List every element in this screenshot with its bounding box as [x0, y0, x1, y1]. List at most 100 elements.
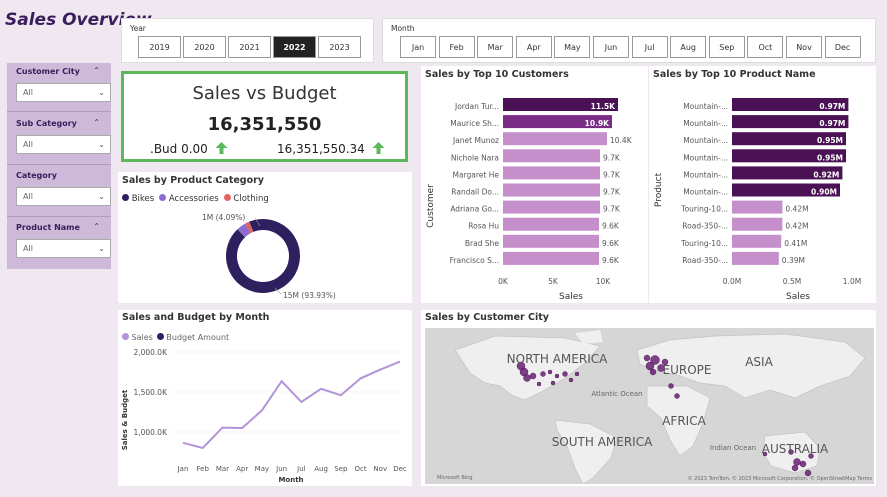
- bar-category-label: Maurice Sh...: [450, 119, 499, 128]
- bar-category-label: Jordan Tur...: [454, 102, 499, 111]
- bar-category-label: Mountain-...: [683, 153, 728, 162]
- bar-value-label: 0.97M: [819, 102, 845, 111]
- bar-category-label: Adriana Go...: [450, 205, 499, 214]
- x-tick-label: 10K: [596, 277, 612, 286]
- sub-category-dropdown[interactable]: All ⌄: [16, 135, 111, 154]
- bar-value-label: 9.6K: [602, 256, 620, 265]
- map-label-africa: AFRICA: [662, 414, 706, 428]
- year-option-2023[interactable]: 2023: [318, 36, 361, 58]
- category-dropdown[interactable]: All ⌄: [16, 187, 111, 206]
- x-tick-label: Aug: [314, 465, 328, 473]
- map-label-indian-ocean: Indian Ocean: [710, 444, 756, 452]
- product-name-value: All: [23, 244, 33, 253]
- bar[interactable]: [732, 217, 783, 231]
- bar-value-label: 0.90M: [811, 188, 837, 197]
- bar-category-label: Mountain-...: [683, 119, 728, 128]
- month-option-jul[interactable]: Jul: [631, 36, 668, 58]
- category-donut: 1M (4.09%) 15M (93.93%): [202, 213, 336, 300]
- product-name-dropdown[interactable]: All ⌄: [16, 239, 111, 258]
- x-tick-label: Dec: [393, 465, 407, 473]
- map-label-europe: EUROPE: [663, 363, 712, 377]
- chevron-down-icon: ⌄: [98, 88, 105, 97]
- customers-y-label: Customer: [426, 184, 436, 228]
- month-option-aug[interactable]: Aug: [670, 36, 707, 58]
- bar[interactable]: [732, 234, 782, 248]
- month-option-may[interactable]: May: [554, 36, 591, 58]
- donut-slice-bikes[interactable]: [226, 219, 300, 293]
- bar-value-label: 0.97M: [819, 119, 845, 128]
- filter-label-product-name: Product Name: [16, 223, 80, 232]
- month-option-dec[interactable]: Dec: [824, 36, 861, 58]
- year-option-2019[interactable]: 2019: [138, 36, 181, 58]
- bar[interactable]: [732, 251, 779, 265]
- sales-line[interactable]: [182, 360, 401, 450]
- bar-value-label: 0.42M: [785, 205, 808, 214]
- x-tick-label: 5K: [548, 277, 559, 286]
- map-attribution[interactable]: © 2023 TomTom, © 2023 Microsoft Corporat…: [688, 475, 873, 482]
- bar-value-label: 9.7K: [603, 205, 621, 214]
- bar-value-label: 0.92M: [813, 170, 839, 179]
- month-option-jan[interactable]: Jan: [400, 36, 436, 58]
- products-x-label: Sales: [786, 292, 810, 302]
- kpi-sales-value: 16,351,550.34: [277, 142, 365, 156]
- bar-value-label: 0.42M: [785, 222, 808, 231]
- customer-city-dropdown[interactable]: All ⌄: [16, 83, 111, 102]
- bar-category-label: Margaret He: [453, 170, 500, 179]
- month-option-jun[interactable]: Jun: [593, 36, 629, 58]
- x-tick-label: 0.5M: [783, 277, 801, 286]
- bar-category-label: Mountain-...: [683, 102, 728, 111]
- bar[interactable]: [503, 183, 600, 197]
- chevron-down-icon: ⌄: [98, 140, 105, 149]
- chevron-up-icon[interactable]: ⌃: [93, 222, 100, 231]
- bar[interactable]: [503, 234, 599, 248]
- bar-category-label: Randall Do...: [451, 188, 499, 197]
- x-tick-label: Nov: [373, 465, 387, 473]
- bar[interactable]: [503, 217, 599, 231]
- month-option-feb[interactable]: Feb: [438, 36, 475, 58]
- month-option-sep[interactable]: Sep: [708, 36, 745, 58]
- bar[interactable]: [503, 200, 600, 214]
- filter-label-category: Category: [16, 171, 57, 180]
- month-option-nov[interactable]: Nov: [786, 36, 822, 58]
- products-bar-chart: Product Sales Mountain-... 0.97M Mountain-…: [654, 98, 861, 302]
- month-option-apr[interactable]: Apr: [515, 36, 552, 58]
- bar-category-label: Touring-10...: [680, 239, 728, 248]
- chevron-up-icon[interactable]: ⌃: [93, 118, 100, 127]
- bar[interactable]: [732, 200, 783, 214]
- bar-category-label: Brad She: [465, 239, 499, 248]
- y-tick-label: 1,500.0K: [133, 388, 168, 397]
- x-tick-label: Apr: [236, 465, 248, 473]
- bar-category-label: Nichole Nara: [451, 153, 499, 162]
- bar-value-label: 0.41M: [784, 239, 807, 248]
- bar[interactable]: [503, 251, 599, 265]
- map-label-south-america: SOUTH AMERICA: [552, 435, 653, 449]
- year-option-2020[interactable]: 2020: [183, 36, 226, 58]
- products-y-label: Product: [654, 172, 664, 207]
- customer-city-map[interactable]: NORTH AMERICA EUROPE ASIA Atlantic Ocean…: [425, 328, 874, 484]
- month-option-mar[interactable]: Mar: [477, 36, 514, 58]
- year-option-2021[interactable]: 2021: [228, 36, 271, 58]
- bar-value-label: 9.7K: [603, 153, 621, 162]
- bar[interactable]: [503, 166, 600, 180]
- kpi-budget: .Bud 0.00: [150, 142, 228, 156]
- x-tick-label: Feb: [197, 465, 210, 473]
- customers-x-label: Sales: [559, 292, 583, 302]
- bar-value-label: 0.95M: [817, 136, 843, 145]
- year-option-2022[interactable]: 2022: [273, 36, 316, 58]
- map-label-north-america: NORTH AMERICA: [507, 352, 608, 366]
- filter-label-sub-category: Sub Category: [16, 119, 77, 128]
- month-option-oct[interactable]: Oct: [747, 36, 784, 58]
- chevron-up-icon[interactable]: ⌃: [93, 66, 100, 75]
- map-label-asia: ASIA: [745, 355, 773, 369]
- bar[interactable]: [503, 149, 600, 163]
- month-slicer-label: Month: [391, 24, 415, 33]
- bar-value-label: 10.4K: [610, 136, 633, 145]
- donut-label-large: 15M (93.93%): [283, 291, 336, 300]
- filter-divider: [7, 216, 111, 217]
- map-card: Sales by Customer City NORTH AMERICA EUR…: [421, 310, 876, 486]
- bar[interactable]: [503, 132, 607, 146]
- customer-city-value: All: [23, 88, 33, 97]
- bar-category-label: Rosa Hu: [468, 222, 499, 231]
- x-tick-label: Jan: [177, 465, 189, 473]
- products-chart-card: Sales by Top 10 Product Name Product Sal…: [649, 66, 876, 303]
